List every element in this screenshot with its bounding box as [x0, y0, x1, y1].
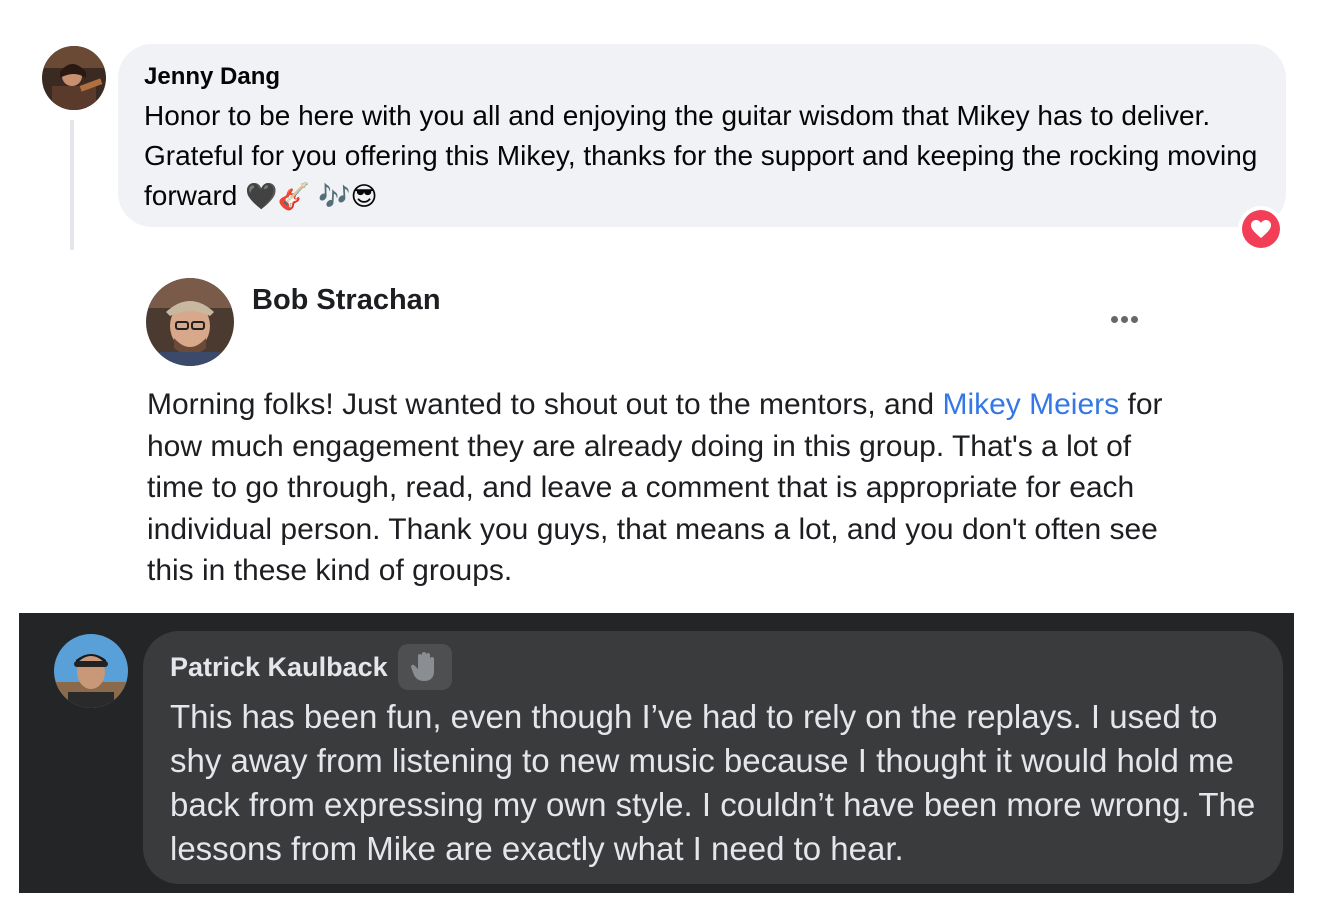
- post-text: Morning folks! Just wanted to shout out …: [147, 384, 1187, 592]
- comment-author[interactable]: Jenny Dang: [144, 62, 1260, 92]
- thread-line: [70, 120, 74, 250]
- patrick-kaulback-avatar[interactable]: [54, 634, 128, 708]
- more-options-icon[interactable]: [1100, 306, 1148, 332]
- comment-text: This has been fun, even though I’ve had …: [170, 698, 1256, 867]
- waving-hand-icon: [397, 644, 452, 690]
- mention-link[interactable]: Mikey Meiers: [942, 388, 1119, 421]
- post-text-before: Morning folks! Just wanted to shout out …: [147, 388, 943, 421]
- love-reaction-icon[interactable]: [1238, 206, 1284, 252]
- comment-text: Honor to be here with you all and enjoyi…: [144, 96, 1264, 217]
- bob-strachan-avatar[interactable]: [146, 278, 234, 366]
- comment-author[interactable]: Patrick Kaulback: [170, 652, 388, 683]
- jenny-dang-avatar[interactable]: [42, 46, 106, 110]
- comment-emojis: 🖤🎸 🎶😎: [245, 182, 378, 212]
- comment-bubble-jenny: Jenny Dang Honor to be here with you all…: [118, 44, 1286, 227]
- post-author[interactable]: Bob Strachan: [252, 284, 441, 317]
- cutoff-text-fragment: [170, 884, 390, 894]
- comment-bubble-patrick: Patrick Kaulback This has been fun, even…: [143, 631, 1283, 884]
